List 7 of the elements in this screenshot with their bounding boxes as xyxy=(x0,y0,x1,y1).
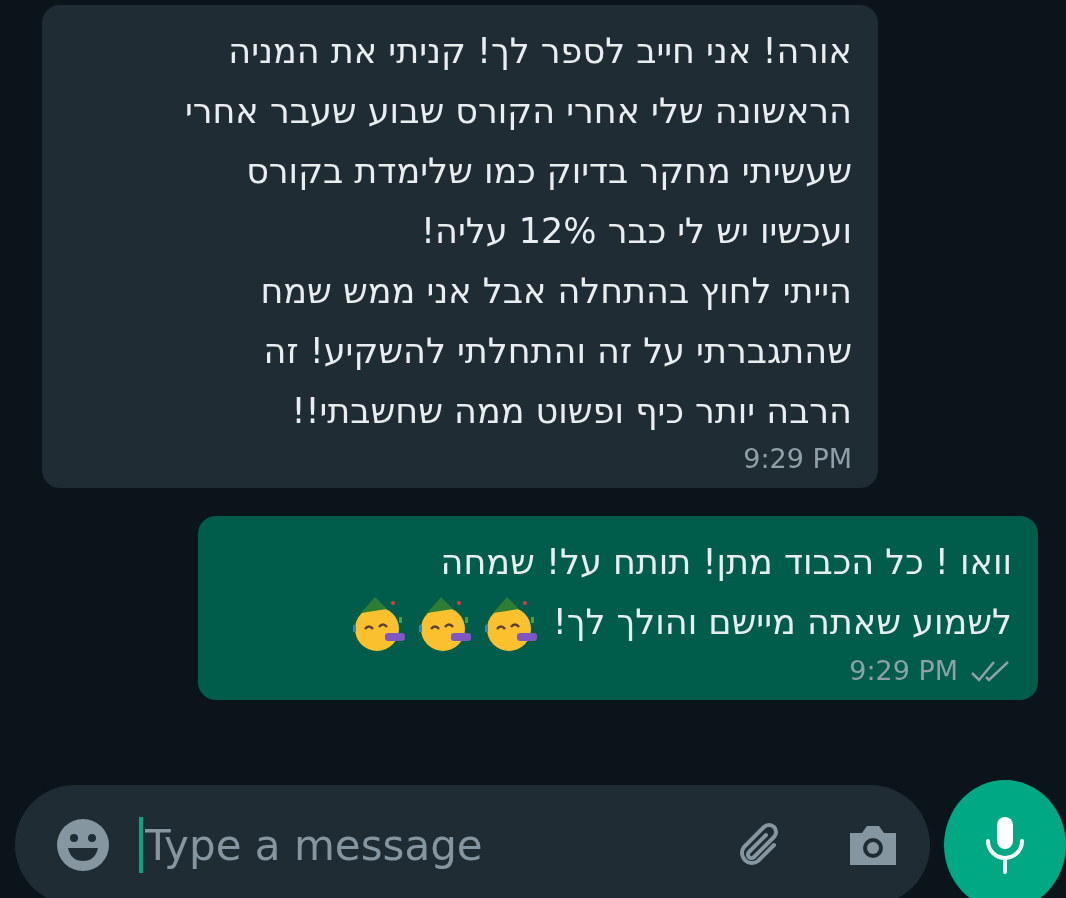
message-time: 9:29 PM xyxy=(849,655,958,686)
message-time: 9:29 PM xyxy=(743,443,852,474)
message-text: אורה! אני חייב לספר לך! קניתי את המניה הראשונה שלי אחרי הקורס שבוע שעבר אחרי שעשיתי מחקר בדיוק כמו שלימדת בקורס ועכשיו יש לי כבר 12% עליה! הייתי לחוץ בהתחלה אבל אני ממש שמח שהתגברתי על זה והתחלתי להשקיע! זה הרבה יותר כיף ופשוט ממה שחשבתי!! xyxy=(183,30,852,433)
message-text: וואו ! כל הכבוד מתן! תותח על! שמחה לשמוע שאתה מיישם והולך לך! xyxy=(224,532,1012,653)
message-input[interactable]: Type a message xyxy=(145,820,702,870)
emoji-icon[interactable] xyxy=(55,817,111,873)
microphone-icon xyxy=(983,815,1027,875)
